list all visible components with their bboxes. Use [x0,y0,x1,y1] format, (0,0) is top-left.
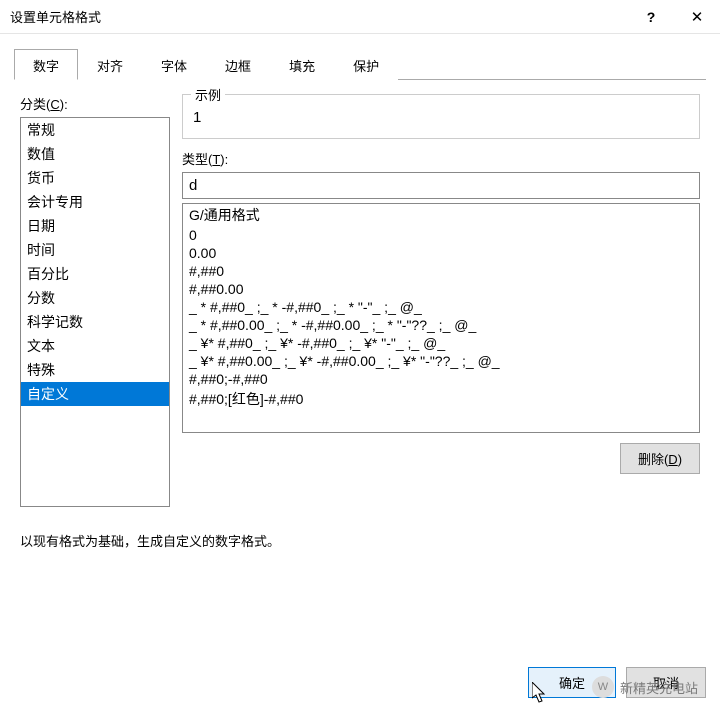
type-list-item[interactable]: #,##0 [183,262,699,280]
category-item[interactable]: 时间 [21,238,169,262]
category-listbox[interactable]: 常规数值货币会计专用日期时间百分比分数科学记数文本特殊自定义 [20,117,170,507]
category-item[interactable]: 自定义 [21,382,169,406]
titlebar: 设置单元格格式 ? ✕ [0,0,720,34]
tab-3[interactable]: 边框 [206,49,270,80]
category-item[interactable]: 特殊 [21,358,169,382]
example-value: 1 [193,105,689,126]
type-list-item[interactable]: #,##0;[红色]-#,##0 [183,388,699,410]
type-list-item[interactable]: _ ¥* #,##0_ ;_ ¥* -#,##0_ ;_ ¥* "-"_ ;_ … [183,334,699,352]
category-item[interactable]: 会计专用 [21,190,169,214]
dialog-content: 数字对齐字体边框填充保护 分类(C): 常规数值货币会计专用日期时间百分比分数科… [0,34,720,550]
type-label: 类型(T): [182,149,700,168]
type-list-item[interactable]: _ * #,##0.00_ ;_ * -#,##0.00_ ;_ * "-"??… [183,316,699,334]
category-item[interactable]: 科学记数 [21,310,169,334]
type-list-item[interactable]: _ * #,##0_ ;_ * -#,##0_ ;_ * "-"_ ;_ @_ [183,298,699,316]
window-title: 设置单元格格式 [10,7,628,26]
example-legend: 示例 [191,85,225,104]
tab-5[interactable]: 保护 [334,49,398,80]
tab-1[interactable]: 对齐 [78,49,142,80]
ok-button[interactable]: 确定 [528,667,616,698]
example-fieldset: 示例 1 [182,94,700,139]
close-button[interactable]: ✕ [674,0,720,34]
category-item[interactable]: 常规 [21,118,169,142]
category-item[interactable]: 数值 [21,142,169,166]
type-list-item[interactable]: #,##0.00 [183,280,699,298]
hint-text: 以现有格式为基础，生成自定义的数字格式。 [20,531,700,550]
category-item[interactable]: 货币 [21,166,169,190]
type-list-item[interactable]: #,##0;-#,##0 [183,370,699,388]
tab-2[interactable]: 字体 [142,49,206,80]
category-item[interactable]: 百分比 [21,262,169,286]
category-item[interactable]: 分数 [21,286,169,310]
type-list-item[interactable]: 0 [183,226,699,244]
type-input[interactable] [182,172,700,199]
dialog-buttons: 确定 取消 [528,667,706,698]
delete-button[interactable]: 删除(D) [620,443,700,474]
tab-0[interactable]: 数字 [14,49,78,80]
type-list-item[interactable]: 0.00 [183,244,699,262]
category-item[interactable]: 文本 [21,334,169,358]
type-list-item[interactable]: G/通用格式 [183,204,699,226]
tab-bar: 数字对齐字体边框填充保护 [14,48,706,80]
cancel-button[interactable]: 取消 [626,667,706,698]
tab-4[interactable]: 填充 [270,49,334,80]
help-button[interactable]: ? [628,0,674,34]
category-label: 分类(C): [20,94,170,113]
type-listbox[interactable]: G/通用格式00.00#,##0#,##0.00_ * #,##0_ ;_ * … [182,203,700,433]
type-list-item[interactable]: _ ¥* #,##0.00_ ;_ ¥* -#,##0.00_ ;_ ¥* "-… [183,352,699,370]
category-item[interactable]: 日期 [21,214,169,238]
tab-body-number: 分类(C): 常规数值货币会计专用日期时间百分比分数科学记数文本特殊自定义 示例… [14,80,706,550]
